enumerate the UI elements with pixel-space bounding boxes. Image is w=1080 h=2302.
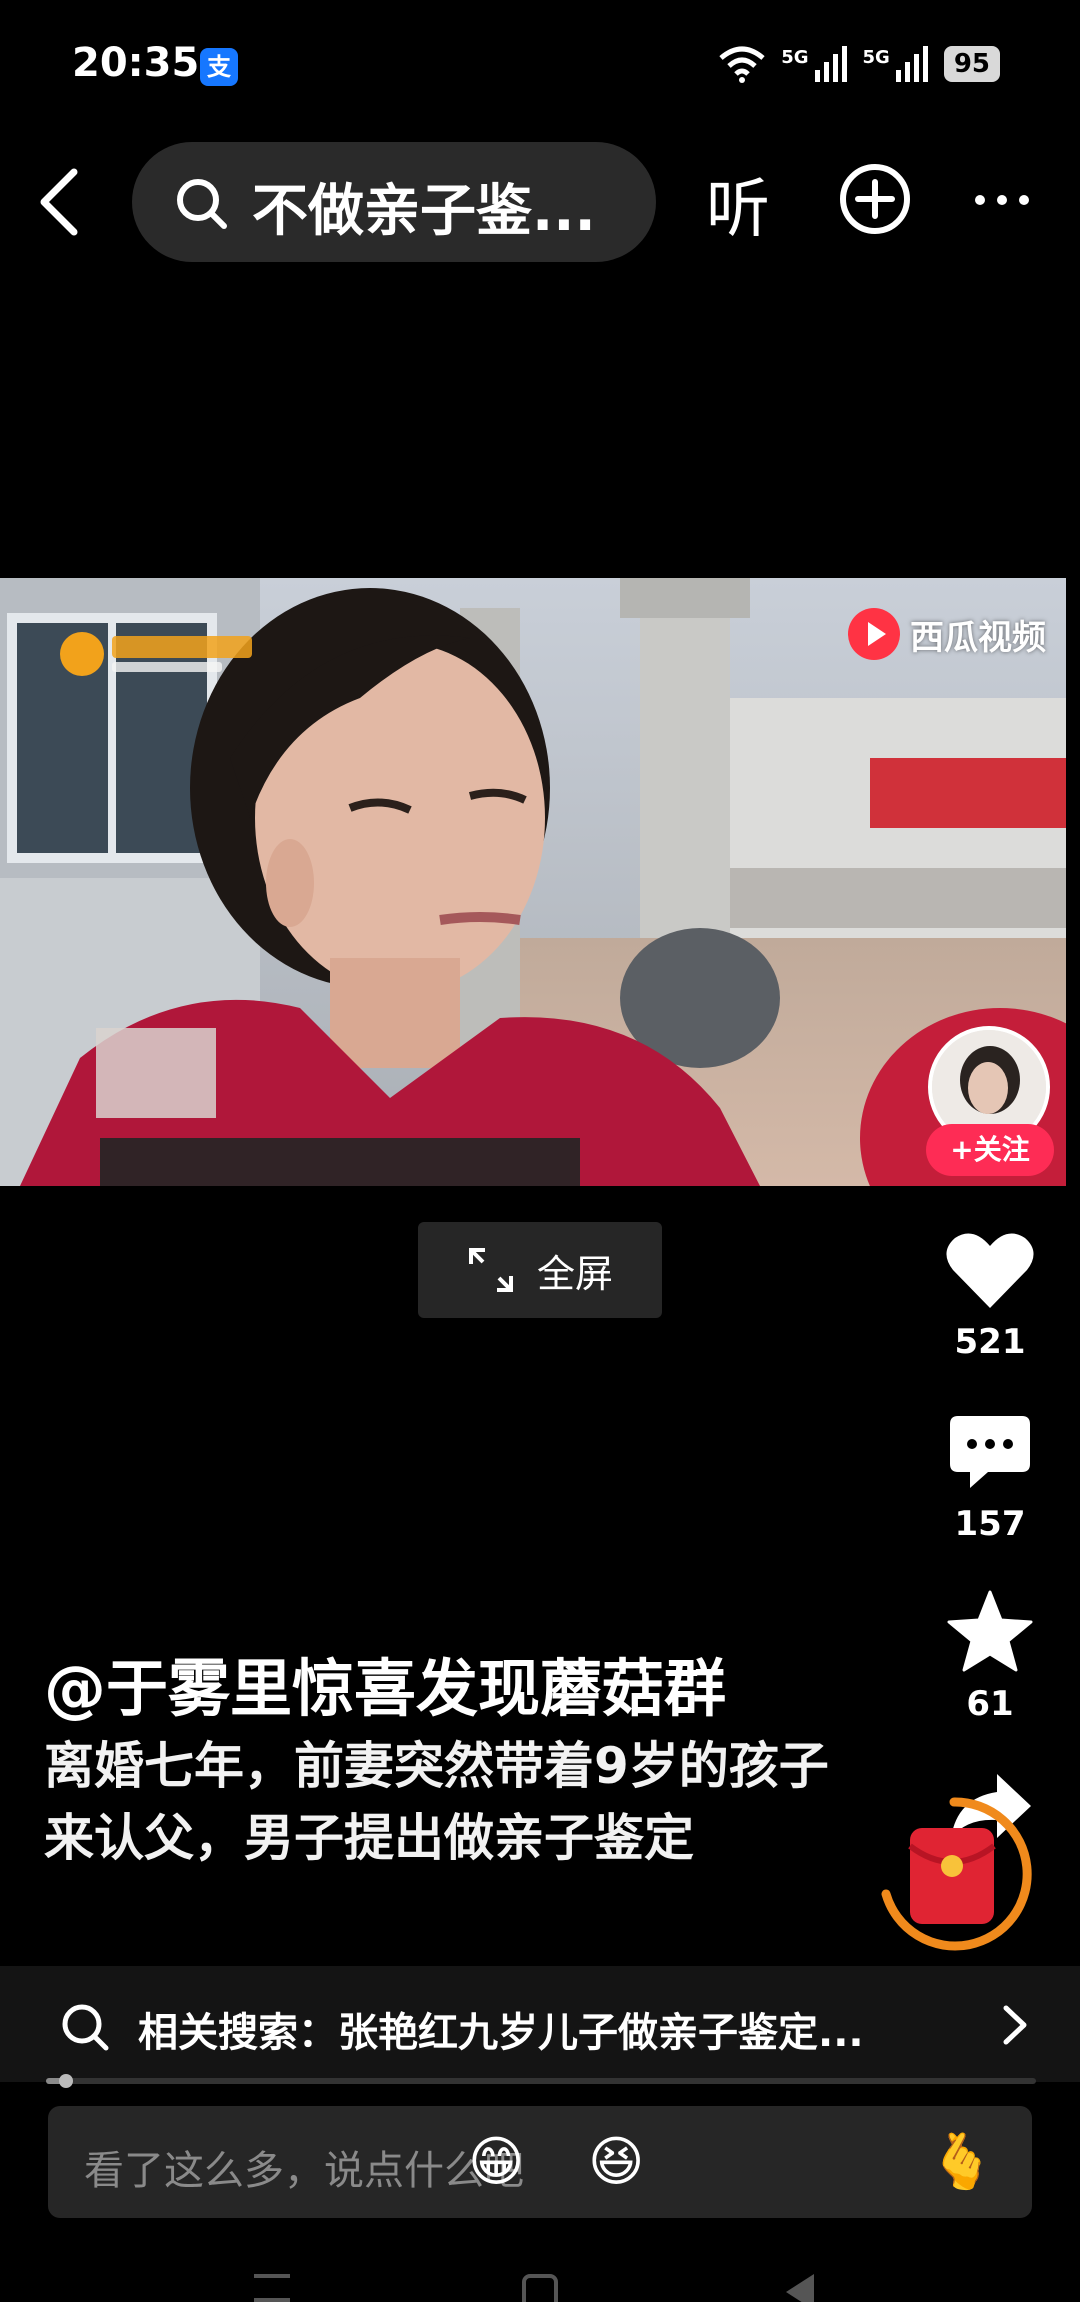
video-progress-bar[interactable]: [46, 2074, 1036, 2088]
top-nav: 不做亲子鉴... 听: [0, 140, 1080, 262]
like-button[interactable]: 521: [930, 1230, 1050, 1362]
follow-button[interactable]: +关注: [926, 1124, 1054, 1176]
back-button[interactable]: [28, 162, 108, 242]
red-packet-icon: [881, 1797, 1032, 1951]
home-icon[interactable]: [522, 2274, 558, 2302]
chevron-left-icon: [40, 168, 78, 236]
status-indicators: 5G 5G 95: [717, 44, 1000, 84]
listen-button[interactable]: 听: [706, 158, 770, 250]
ellipsis-icon: [975, 195, 1029, 205]
fullscreen-button[interactable]: 全屏: [418, 1222, 662, 1318]
watermark-text: 西瓜视频: [910, 617, 1046, 658]
signal-icon: [895, 46, 930, 82]
status-time: 20:35: [72, 40, 200, 86]
more-options-button[interactable]: [974, 162, 1030, 235]
menu-icon[interactable]: [254, 2274, 290, 2302]
author-name[interactable]: @于雾里惊喜发现蘑菇群: [44, 1638, 726, 1728]
expand-icon: [468, 1248, 513, 1292]
related-search-text: 相关搜索：张艳红九岁儿子做亲子鉴定...: [138, 2010, 864, 2056]
search-icon: [60, 2002, 110, 2056]
search-query: 不做亲子鉴...: [252, 179, 596, 244]
add-button[interactable]: [838, 162, 912, 240]
battery-indicator: 95: [943, 46, 1000, 82]
collect-button[interactable]: 61: [930, 1590, 1050, 1724]
comment-button[interactable]: 157: [930, 1412, 1050, 1544]
xigua-logo-icon: [848, 608, 900, 660]
search-bar[interactable]: 不做亲子鉴...: [132, 142, 656, 262]
like-count: 521: [954, 1322, 1026, 1362]
comment-input[interactable]: 看了这么多，说点什么吧 😁 😆 🫰: [48, 2106, 1032, 2218]
video-caption: 离婚七年，前妻突然带着9岁的孩子来认父，男子提出做亲子鉴定: [44, 1737, 829, 1867]
status-bar: 20:35 支 5G 5G 95: [0, 0, 1080, 130]
comment-placeholder: 看了这么多，说点什么吧: [84, 2148, 524, 2194]
related-search-bar[interactable]: 相关搜索：张艳红九岁儿子做亲子鉴定...: [0, 1966, 1080, 2082]
signal-icon: [814, 46, 849, 82]
alipay-notification-icon: 支: [200, 48, 238, 86]
channel-logo: [54, 620, 264, 684]
search-icon: [174, 176, 230, 236]
xigua-watermark: 西瓜视频: [848, 608, 1046, 660]
network-type-2: 5G: [862, 46, 890, 68]
video-player[interactable]: 西瓜视频 +关注: [0, 578, 1066, 1186]
network-type-1: 5G: [781, 46, 809, 68]
heart-icon: [946, 1233, 1034, 1308]
progress-handle[interactable]: [58, 2074, 73, 2088]
grin-emoji-icon[interactable]: 😁: [468, 2132, 524, 2192]
collect-count: 61: [966, 1684, 1014, 1724]
back-triangle-icon[interactable]: [786, 2274, 814, 2302]
star-icon: [947, 1590, 1033, 1672]
fullscreen-label: 全屏: [536, 1251, 613, 1296]
laugh-emoji-icon[interactable]: 😆: [588, 2132, 644, 2192]
comment-icon: [950, 1416, 1030, 1488]
chevron-right-icon: [998, 2002, 1030, 2052]
system-nav-bar: [0, 2260, 1080, 2302]
comment-count: 157: [954, 1504, 1026, 1544]
finger-heart-emoji-icon[interactable]: 🫰: [928, 2132, 995, 2192]
wifi-icon: [717, 44, 767, 84]
red-packet-widget[interactable]: [874, 1794, 1034, 1954]
plus-circle-icon: [840, 164, 910, 234]
